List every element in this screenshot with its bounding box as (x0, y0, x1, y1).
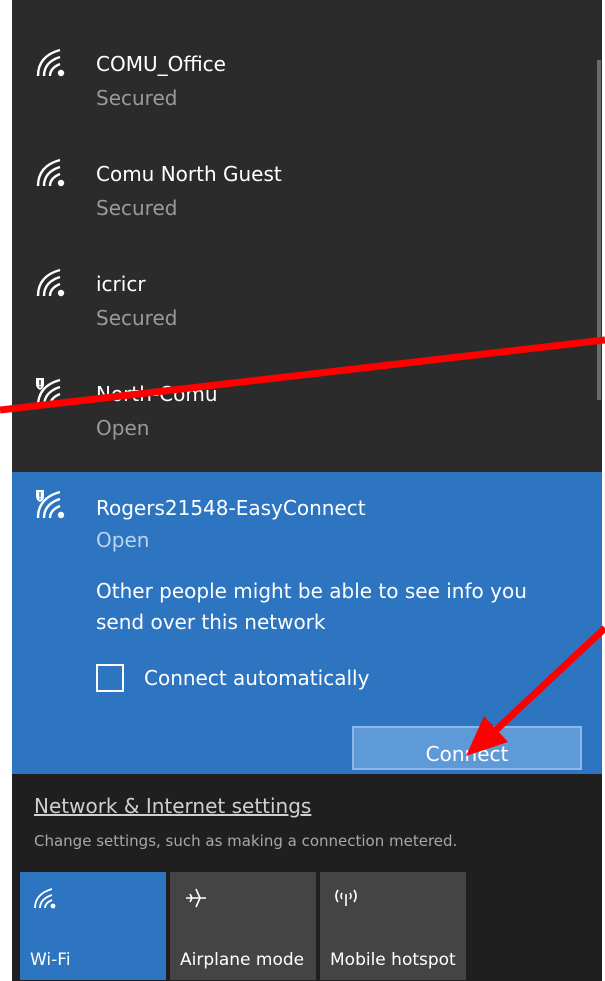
connect-automatically-checkbox[interactable] (96, 664, 124, 692)
network-status: Open (96, 416, 150, 440)
network-name: Comu North Guest (96, 162, 282, 186)
network-item-comu-north-guest[interactable]: Comu North Guest Secured (12, 110, 592, 220)
network-status: Secured (96, 86, 178, 110)
wifi-open-warning-icon (36, 490, 65, 519)
network-name: Rogers21548-EasyConnect (96, 496, 366, 520)
quick-action-label: Wi-Fi (30, 950, 71, 970)
network-name: icricr (96, 272, 146, 296)
wifi-icon (36, 158, 65, 187)
wifi-icon (34, 888, 56, 909)
wifi-icon (36, 48, 65, 77)
network-name: COMU_Office (96, 52, 226, 76)
quick-action-wifi[interactable]: Wi-Fi (20, 872, 166, 980)
quick-action-label: Mobile hotspot (330, 950, 456, 970)
scrollbar-thumb[interactable] (597, 60, 601, 400)
scrollbar[interactable] (596, 0, 602, 460)
security-warning: Other people might be able to see info y… (96, 579, 527, 634)
network-settings-link[interactable]: Network & Internet settings (34, 794, 311, 818)
airplane-icon (186, 888, 206, 908)
connect-button[interactable]: Connect (352, 726, 582, 770)
network-item-comu-office[interactable]: COMU_Office Secured (12, 0, 592, 110)
network-flyout: COMU_Office Secured Comu North Guest Sec… (12, 0, 602, 981)
quick-action-mobile-hotspot[interactable]: Mobile hotspot (320, 872, 466, 980)
network-status: Open (96, 528, 150, 552)
wifi-icon (36, 268, 65, 297)
network-settings-description: Change settings, such as making a connec… (34, 832, 458, 850)
network-status: Secured (96, 306, 178, 330)
network-item-selected[interactable]: Rogers21548-EasyConnect Open Other peopl… (12, 472, 602, 774)
network-name: North-Comu (96, 382, 218, 406)
network-item-icricr[interactable]: icricr Secured (12, 220, 592, 330)
hotspot-icon (335, 889, 357, 906)
flyout-footer: Network & Internet settings Change setti… (12, 774, 602, 981)
quick-action-label: Airplane mode (180, 950, 305, 970)
network-item-north-comu[interactable]: North-Comu Open (12, 330, 592, 440)
connect-automatically-label[interactable]: Connect automatically (144, 666, 369, 690)
wifi-open-warning-icon (36, 378, 65, 407)
network-status: Secured (96, 196, 178, 220)
quick-action-airplane-mode[interactable]: Airplane mode (170, 872, 316, 980)
